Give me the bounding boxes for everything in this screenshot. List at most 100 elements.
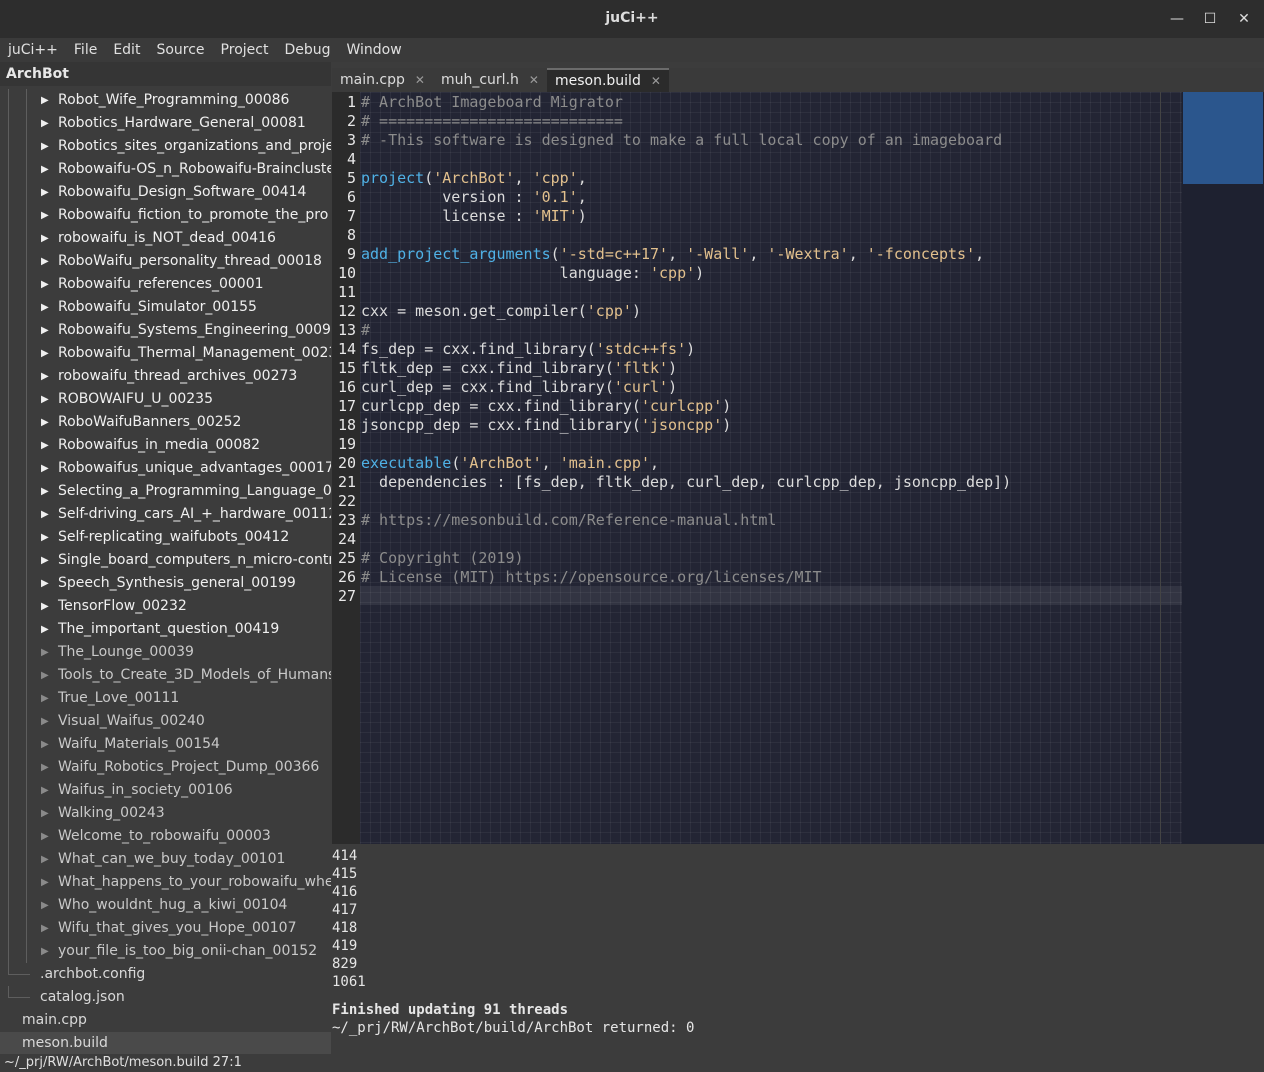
- minimap[interactable]: [1182, 92, 1264, 844]
- expander-arrow-icon[interactable]: ▶: [41, 457, 49, 480]
- expander-arrow-icon[interactable]: ▶: [41, 227, 49, 250]
- expander-arrow-icon[interactable]: ▶: [41, 526, 49, 549]
- expander-arrow-icon[interactable]: ▶: [41, 112, 49, 135]
- expander-arrow-icon[interactable]: ▶: [41, 319, 49, 342]
- code-line[interactable]: # ===========================: [361, 112, 623, 130]
- code-line[interactable]: license : 'MIT'): [361, 207, 587, 225]
- expander-arrow-icon[interactable]: ▶: [41, 480, 49, 503]
- expander-arrow-icon[interactable]: ▶: [41, 871, 49, 894]
- code-line[interactable]: fs_dep = cxx.find_library('stdc++fs'): [361, 340, 695, 358]
- expander-arrow-icon[interactable]: ▶: [41, 158, 49, 181]
- tree-folder-item[interactable]: ▶ Robot_Wife_Programming_00086: [0, 89, 331, 112]
- code-line[interactable]: #: [361, 321, 370, 339]
- maximize-icon[interactable]: ☐: [1200, 9, 1220, 29]
- expander-arrow-icon[interactable]: ▶: [41, 388, 49, 411]
- code-line[interactable]: version : '0.1',: [361, 188, 587, 206]
- expander-arrow-icon[interactable]: ▶: [41, 641, 49, 664]
- tree-folder-item[interactable]: ▶ Waifus_in_society_00106: [0, 779, 331, 802]
- tree-file-item[interactable]: catalog.json: [0, 986, 331, 1009]
- tree-folder-item[interactable]: ▶ Robowaifu_Thermal_Management_00234: [0, 342, 331, 365]
- tree-folder-item[interactable]: ▶ Robowaifu_Simulator_00155: [0, 296, 331, 319]
- tree-folder-item[interactable]: ▶ Robowaifu-OS_n_Robowaifu-Braincluster: [0, 158, 331, 181]
- tree-file-item[interactable]: main.cpp: [0, 1009, 331, 1032]
- menu-item[interactable]: Edit: [105, 42, 148, 58]
- expander-arrow-icon[interactable]: ▶: [41, 181, 49, 204]
- menu-item[interactable]: Source: [148, 42, 212, 58]
- code-line[interactable]: # https://mesonbuild.com/Reference-manua…: [361, 511, 776, 529]
- expander-arrow-icon[interactable]: ▶: [41, 434, 49, 457]
- expander-arrow-icon[interactable]: ▶: [41, 756, 49, 779]
- code-area[interactable]: # ArchBot Imageboard Migrator # =========…: [360, 92, 1182, 844]
- tree-folder-item[interactable]: ▶ Single_board_computers_n_micro-contro: [0, 549, 331, 572]
- expander-arrow-icon[interactable]: ▶: [41, 802, 49, 825]
- code-editor[interactable]: 1 2 3 4 5 6 7 8 9 10 11 12 13 14 15 16 17 18 19 20 21 22 23 24 2…: [332, 92, 1264, 844]
- tab-meson-build[interactable]: meson.build ✕: [546, 68, 669, 93]
- tree-folder-item[interactable]: ▶ Robowaifus_unique_advantages_00017: [0, 457, 331, 480]
- tree-folder-item[interactable]: ▶ Speech_Synthesis_general_00199: [0, 572, 331, 595]
- expander-arrow-icon[interactable]: ▶: [41, 204, 49, 227]
- tree-folder-item[interactable]: ▶ Robowaifu_references_00001: [0, 273, 331, 296]
- code-line[interactable]: # -This software is designed to make a f…: [361, 131, 1002, 149]
- code-line[interactable]: dependencies : [fs_dep, fltk_dep, curl_d…: [361, 473, 1011, 491]
- close-icon[interactable]: ✕: [1234, 9, 1254, 29]
- code-line[interactable]: # Copyright (2019): [361, 549, 524, 567]
- tree-folder-item[interactable]: ▶ Robowaifu_Design_Software_00414: [0, 181, 331, 204]
- menu-item[interactable]: juCi++: [0, 42, 66, 58]
- expander-arrow-icon[interactable]: ▶: [41, 894, 49, 917]
- expander-arrow-icon[interactable]: ▶: [41, 365, 49, 388]
- code-line[interactable]: # License (MIT) https://opensource.org/l…: [361, 568, 822, 586]
- expander-arrow-icon[interactable]: ▶: [41, 848, 49, 871]
- code-line[interactable]: jsoncpp_dep = cxx.find_library('jsoncpp'…: [361, 416, 731, 434]
- code-line[interactable]: language: 'cpp'): [361, 264, 705, 282]
- code-line[interactable]: curlcpp_dep = cxx.find_library('curlcpp'…: [361, 397, 731, 415]
- minimap-viewport[interactable]: [1183, 92, 1263, 184]
- tree-folder-item[interactable]: ▶ Who_wouldnt_hug_a_kiwi_00104: [0, 894, 331, 917]
- tree-folder-item[interactable]: ▶ RoboWaifu_personality_thread_00018: [0, 250, 331, 273]
- tree-file-item[interactable]: meson.build: [0, 1032, 331, 1054]
- expander-arrow-icon[interactable]: ▶: [41, 89, 49, 112]
- menu-item[interactable]: Window: [339, 42, 410, 58]
- tab-close-icon[interactable]: ✕: [651, 69, 661, 93]
- expander-arrow-icon[interactable]: ▶: [41, 733, 49, 756]
- tree-folder-item[interactable]: ▶ Self-driving_cars_AI_+_hardware_00112: [0, 503, 331, 526]
- menu-item[interactable]: Project: [213, 42, 277, 58]
- expander-arrow-icon[interactable]: ▶: [41, 940, 49, 963]
- tree-folder-item[interactable]: ▶ What_can_we_buy_today_00101: [0, 848, 331, 871]
- code-line[interactable]: executable('ArchBot', 'main.cpp',: [361, 454, 659, 472]
- code-line[interactable]: curl_dep = cxx.find_library('curl'): [361, 378, 677, 396]
- tree-folder-item[interactable]: ▶ The_Lounge_00039: [0, 641, 331, 664]
- expander-arrow-icon[interactable]: ▶: [41, 572, 49, 595]
- tree-folder-item[interactable]: ▶ Robowaifu_fiction_to_promote_the_pro: [0, 204, 331, 227]
- terminal-panel[interactable]: 414 415 416 417 418 419 829 1061 Finished updati…: [332, 846, 1264, 1054]
- tree-folder-item[interactable]: ▶ Waifu_Robotics_Project_Dump_00366: [0, 756, 331, 779]
- tab-main-cpp[interactable]: main.cpp ✕: [332, 68, 433, 92]
- expander-arrow-icon[interactable]: ▶: [41, 549, 49, 572]
- expander-arrow-icon[interactable]: ▶: [41, 664, 49, 687]
- expander-arrow-icon[interactable]: ▶: [41, 135, 49, 158]
- expander-arrow-icon[interactable]: ▶: [41, 618, 49, 641]
- expander-arrow-icon[interactable]: ▶: [41, 296, 49, 319]
- tree-folder-item[interactable]: ▶ Selecting_a_Programming_Language_001: [0, 480, 331, 503]
- expander-arrow-icon[interactable]: ▶: [41, 687, 49, 710]
- code-line[interactable]: add_project_arguments('-std=c++17', '-Wa…: [361, 245, 984, 263]
- tab-close-icon[interactable]: ✕: [529, 68, 539, 92]
- tree-folder-item[interactable]: ▶ Robotics_sites_organizations_and_proje: [0, 135, 331, 158]
- tree-file-item[interactable]: .archbot.config: [0, 963, 331, 986]
- tree-folder-item[interactable]: ▶ your_file_is_too_big_onii-chan_00152: [0, 940, 331, 963]
- expander-arrow-icon[interactable]: ▶: [41, 250, 49, 273]
- tree-folder-item[interactable]: ▶ True_Love_00111: [0, 687, 331, 710]
- tree-folder-item[interactable]: ▶ robowaifu_is_NOT_dead_00416: [0, 227, 331, 250]
- expander-arrow-icon[interactable]: ▶: [41, 342, 49, 365]
- tree-folder-item[interactable]: ▶ Tools_to_Create_3D_Models_of_Humans: [0, 664, 331, 687]
- code-line[interactable]: cxx = meson.get_compiler('cpp'): [361, 302, 641, 320]
- expander-arrow-icon[interactable]: ▶: [41, 411, 49, 434]
- expander-arrow-icon[interactable]: ▶: [41, 273, 49, 296]
- menu-item[interactable]: File: [66, 42, 105, 58]
- tree-folder-item[interactable]: ▶ Welcome_to_robowaifu_00003: [0, 825, 331, 848]
- tree-folder-item[interactable]: ▶ The_important_question_00419: [0, 618, 331, 641]
- tree-folder-item[interactable]: ▶ robowaifu_thread_archives_00273: [0, 365, 331, 388]
- tree-folder-item[interactable]: ▶ Wifu_that_gives_you_Hope_00107: [0, 917, 331, 940]
- tree-folder-item[interactable]: ▶ RoboWaifuBanners_00252: [0, 411, 331, 434]
- sidebar-header[interactable]: ArchBot: [0, 62, 331, 86]
- expander-arrow-icon[interactable]: ▶: [41, 825, 49, 848]
